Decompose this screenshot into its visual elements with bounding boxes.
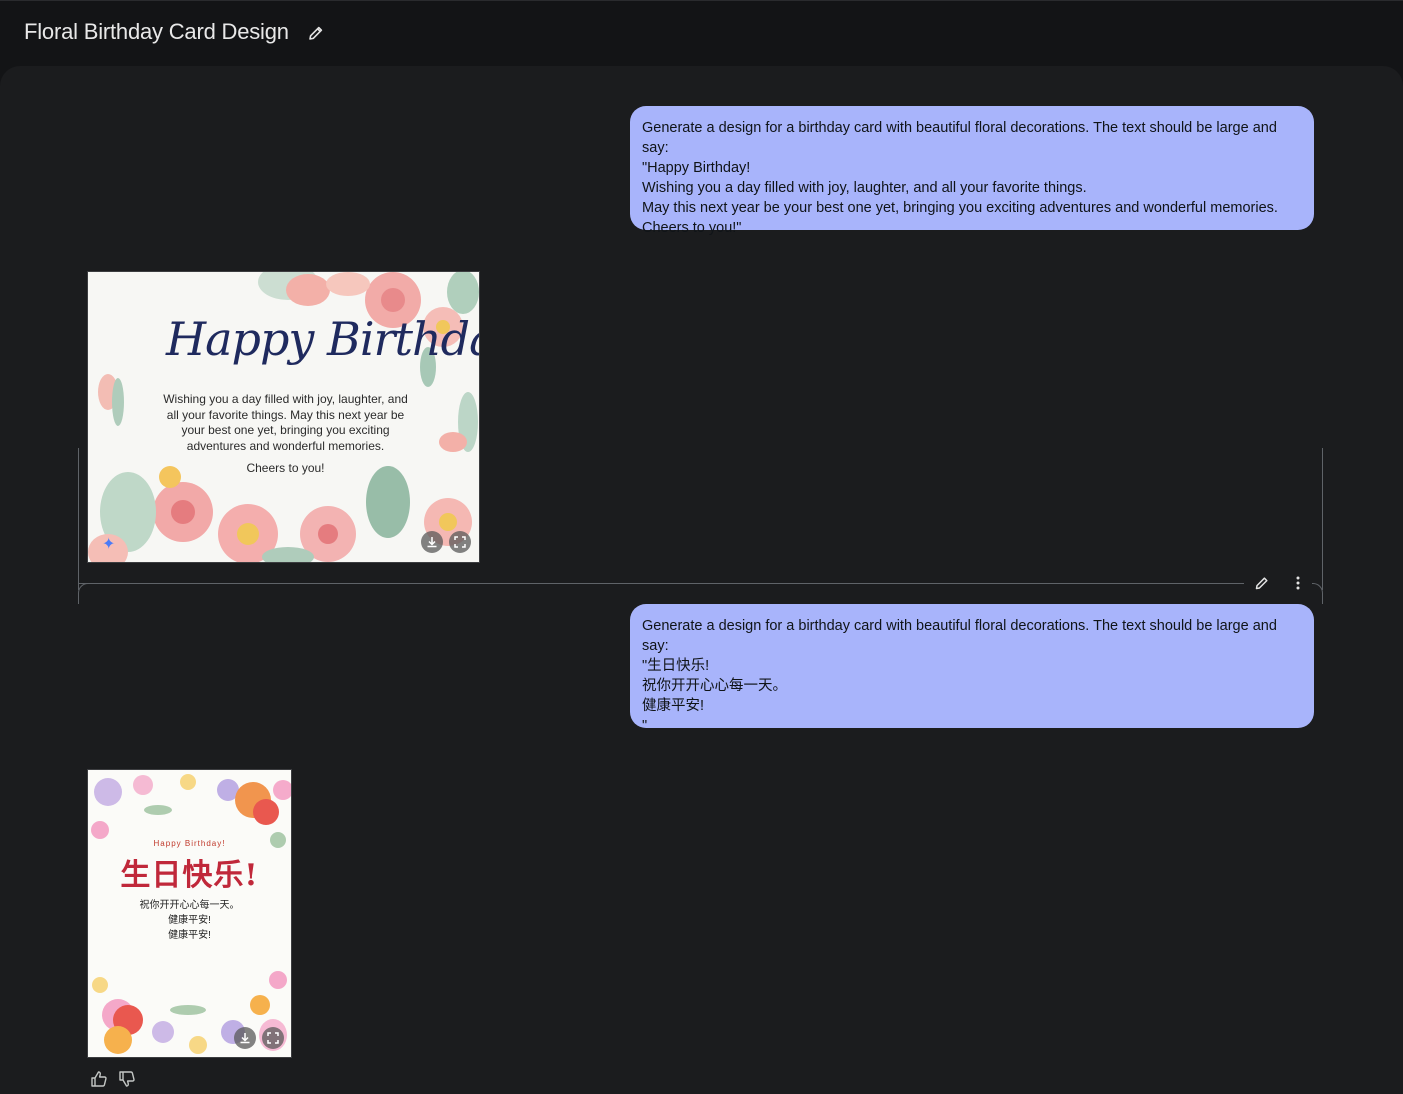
more-vertical-icon[interactable] <box>1286 571 1310 595</box>
card-line: 健康平安! <box>168 930 211 941</box>
sparkle-icon: ✦ <box>102 536 116 553</box>
generated-image[interactable]: Happy Birthday! Wishing you a day filled… <box>87 271 480 563</box>
card-body: Wishing you a day filled with joy, laugh… <box>163 392 408 453</box>
thumbs-up-icon[interactable] <box>88 1068 110 1090</box>
chat-area: Generate a design for a birthday card wi… <box>0 66 1403 1094</box>
message-line: Generate a design for a birthday card wi… <box>642 618 1281 654</box>
conversation-title: Floral Birthday Card Design <box>24 19 289 44</box>
message-line: Wishing you a day filled with joy, laugh… <box>642 180 1087 196</box>
fullscreen-icon[interactable] <box>449 531 471 553</box>
user-message: Generate a design for a birthday card wi… <box>630 106 1314 236</box>
message-line: Generate a design for a birthday card wi… <box>642 120 1281 156</box>
message-line: "生日快乐! <box>642 658 710 674</box>
card-line: 健康平安! <box>168 915 211 926</box>
message-line: "Happy Birthday! <box>642 160 751 176</box>
message-line: May this next year be your best one yet,… <box>642 200 1278 216</box>
fullscreen-icon[interactable] <box>262 1027 284 1049</box>
top-bar: Floral Birthday Card Design <box>0 0 1403 66</box>
generated-image[interactable]: Happy Birthday! 生日快乐! 祝你开开心心每一天。 健康平安! 健… <box>87 769 292 1058</box>
card-title: 生日快乐! <box>120 858 259 893</box>
card-subtitle: Happy Birthday! <box>153 839 226 848</box>
message-line: " <box>642 718 648 734</box>
pencil-icon[interactable] <box>1250 571 1274 595</box>
card-title: Happy Birthday! <box>166 312 479 366</box>
message-line: 健康平安! <box>642 698 705 714</box>
message-toolbar <box>1246 571 1312 595</box>
card-line: 祝你开开心心每一天。 <box>139 900 240 911</box>
pencil-icon[interactable] <box>306 23 326 43</box>
download-icon[interactable] <box>234 1027 256 1049</box>
download-icon[interactable] <box>421 531 443 553</box>
card-closing: Cheers to you! <box>246 461 325 475</box>
message-line: Cheers to you!" <box>642 220 742 236</box>
message-line: 祝你开开心心每一天。 <box>642 678 787 694</box>
thumbs-down-icon[interactable] <box>116 1068 138 1090</box>
user-message: Generate a design for a birthday card wi… <box>630 604 1314 734</box>
